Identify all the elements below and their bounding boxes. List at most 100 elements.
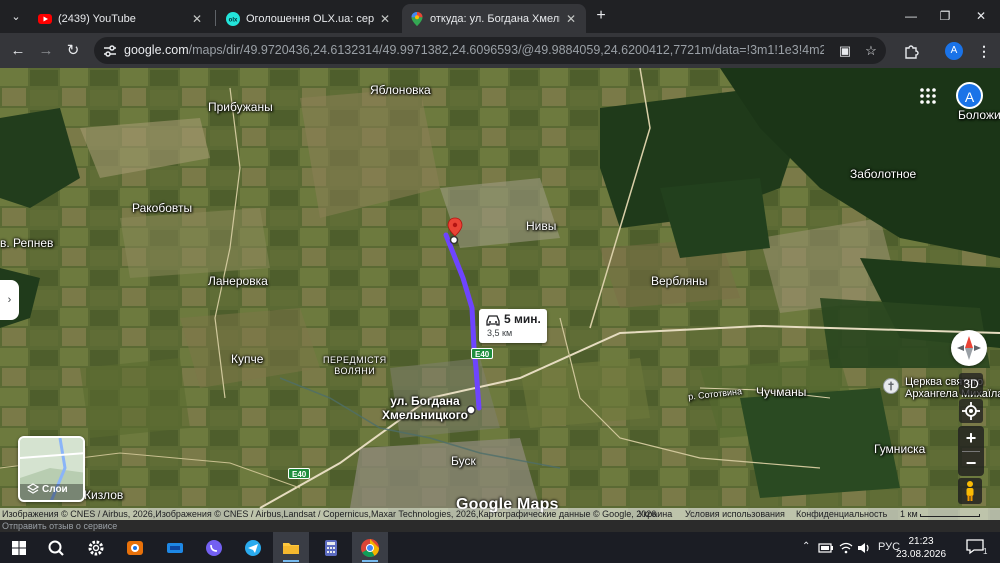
- layers-button[interactable]: Слои: [18, 436, 85, 502]
- clock[interactable]: 21:23 23.08.2026: [896, 535, 946, 561]
- telegram-icon[interactable]: [242, 537, 264, 559]
- place-label[interactable]: Вербляны: [651, 274, 707, 288]
- terms-link[interactable]: Условия использования: [685, 509, 785, 519]
- feedback-link[interactable]: Отправить отзыв о сервисе: [2, 521, 117, 531]
- place-label[interactable]: Яблоновка: [370, 83, 431, 97]
- settings-gear-icon[interactable]: [85, 537, 107, 559]
- origin-marker[interactable]: [466, 405, 476, 415]
- svg-text:olx: olx: [229, 17, 238, 23]
- place-label[interactable]: Чучманы: [756, 385, 806, 399]
- origin-label[interactable]: ул. Богдана Хмельницкого: [382, 394, 468, 422]
- forward-button[interactable]: →: [36, 41, 56, 61]
- tab-google-maps[interactable]: откуда: ул. Богдана Хмельниц ✕: [402, 4, 586, 33]
- site-info-icon[interactable]: [102, 43, 118, 59]
- screen: ⌄ (2439) YouTube ✕ olx Оголошення OLX.ua…: [0, 0, 1000, 563]
- profile-avatar[interactable]: A: [945, 42, 963, 60]
- tab-search-button[interactable]: ⌄: [6, 7, 26, 27]
- route-info-box[interactable]: 5 мин. 3,5 км: [479, 309, 547, 343]
- privacy-link[interactable]: Конфиденциальность: [796, 509, 887, 519]
- chrome-icon[interactable]: [359, 537, 381, 559]
- route-duration: 5 мин.: [504, 312, 541, 326]
- attribution-bar: Изображения © CNES / Airbus, 2026,Изобра…: [0, 508, 1000, 520]
- notifications-icon[interactable]: [966, 539, 984, 555]
- clock-date: 23.08.2026: [896, 549, 947, 560]
- feedback-bar: Отправить отзыв о сервисе: [0, 520, 1000, 532]
- new-tab-button[interactable]: +: [592, 7, 610, 25]
- tray-overflow-icon[interactable]: ⌃: [802, 541, 810, 552]
- map-canvas[interactable]: Прибужаны Яблоновка Ракобовты в. Репнев …: [0, 68, 1000, 532]
- place-label[interactable]: Нивы: [526, 219, 556, 233]
- tab-olx[interactable]: olx Оголошення OLX.ua: сервіс ог ✕: [218, 4, 400, 33]
- close-tab-icon[interactable]: ✕: [564, 12, 578, 26]
- network-app-icon[interactable]: [164, 537, 186, 559]
- minimize-button[interactable]: —: [896, 4, 926, 28]
- church-icon[interactable]: [883, 378, 899, 394]
- clock-time: 21:23: [908, 536, 934, 547]
- url-text[interactable]: google.com/maps/dir/49.9720436,24.613231…: [124, 43, 824, 57]
- expand-side-panel-button[interactable]: ›: [0, 280, 19, 320]
- browser-toolbar: ← → ↻ google.com/maps/dir/49.9720436,24.…: [0, 33, 1000, 68]
- place-label[interactable]: Боложи: [958, 108, 1000, 122]
- zoom-out-button[interactable]: −: [958, 451, 984, 476]
- reload-icon: ↻: [66, 42, 80, 59]
- calculator-icon[interactable]: [320, 537, 342, 559]
- zoom-in-button[interactable]: +: [958, 426, 984, 451]
- close-window-button[interactable]: ✕: [966, 4, 996, 28]
- volume-icon[interactable]: [856, 540, 872, 556]
- windows-taskbar: ⌃ РУС 21:23 23.08.2026 1: [0, 532, 1000, 563]
- running-indicator: [362, 560, 378, 562]
- place-label[interactable]: Заболотное: [850, 167, 916, 181]
- battery-icon[interactable]: [818, 540, 834, 556]
- zoom-control: + −: [958, 426, 984, 476]
- close-tab-icon[interactable]: ✕: [378, 12, 392, 26]
- place-label[interactable]: Прибужаны: [208, 100, 273, 114]
- reload-button[interactable]: ↻: [63, 41, 83, 61]
- place-label[interactable]: Купче: [231, 352, 263, 366]
- route-distance: 3,5 км: [487, 328, 513, 338]
- extensions-icon[interactable]: [902, 42, 920, 60]
- layers-label: Слои: [42, 484, 68, 495]
- scale-label[interactable]: 1 км: [900, 509, 918, 519]
- bookmark-star-icon[interactable]: ☆: [862, 42, 880, 60]
- tab-separator: [215, 10, 216, 26]
- place-label[interactable]: Буск: [451, 454, 476, 468]
- tab-youtube[interactable]: (2439) YouTube ✕: [30, 4, 212, 33]
- search-icon[interactable]: [45, 537, 67, 559]
- running-indicator: [283, 560, 299, 562]
- destination-dot: [449, 235, 459, 245]
- file-explorer-icon[interactable]: [280, 537, 302, 559]
- chevron-down-icon: ⌄: [11, 11, 21, 23]
- place-label[interactable]: Ланеровка: [208, 274, 268, 288]
- 3d-toggle-button[interactable]: 3D: [959, 373, 983, 395]
- browser-menu-icon[interactable]: ⋮: [976, 42, 992, 60]
- place-label[interactable]: Ракобовты: [132, 201, 192, 215]
- country-link[interactable]: Украина: [638, 509, 672, 519]
- road-shield-e40: E40: [288, 468, 311, 479]
- viber-icon[interactable]: [203, 537, 225, 559]
- tab-title: откуда: ул. Богдана Хмельниц: [430, 12, 560, 25]
- attribution-text: Изображения © CNES / Airbus, 2026,Изобра…: [2, 509, 657, 519]
- olx-icon: olx: [226, 11, 240, 26]
- app-icon[interactable]: [124, 537, 146, 559]
- place-label[interactable]: в. Репнев: [0, 236, 53, 250]
- tab-strip: ⌄ (2439) YouTube ✕ olx Оголошення OLX.ua…: [0, 0, 1000, 33]
- google-apps-icon[interactable]: [919, 87, 937, 105]
- street-view-pegman[interactable]: [958, 478, 982, 504]
- close-tab-icon[interactable]: ✕: [190, 12, 204, 26]
- compass-button[interactable]: [951, 330, 987, 366]
- wifi-icon[interactable]: [838, 540, 854, 556]
- restore-button[interactable]: ❐: [930, 4, 960, 28]
- my-location-button[interactable]: [959, 399, 983, 423]
- church-label[interactable]: Церква святого Архангела Михаїла: [905, 376, 1000, 400]
- address-bar[interactable]: google.com/maps/dir/49.9720436,24.613231…: [94, 37, 886, 64]
- tab-title: (2439) YouTube: [58, 12, 136, 25]
- windows-start-icon[interactable]: [8, 537, 30, 559]
- install-app-icon[interactable]: ▣: [836, 42, 854, 60]
- back-button[interactable]: ←: [8, 41, 28, 61]
- place-label[interactable]: Гумниска: [874, 442, 925, 456]
- place-label[interactable]: Кизлов: [84, 488, 123, 502]
- url-host: google.com: [124, 43, 189, 57]
- account-avatar[interactable]: A: [956, 82, 983, 109]
- tab-title: Оголошення OLX.ua: сервіс ог: [246, 12, 374, 25]
- satellite-imagery: [0, 68, 1000, 532]
